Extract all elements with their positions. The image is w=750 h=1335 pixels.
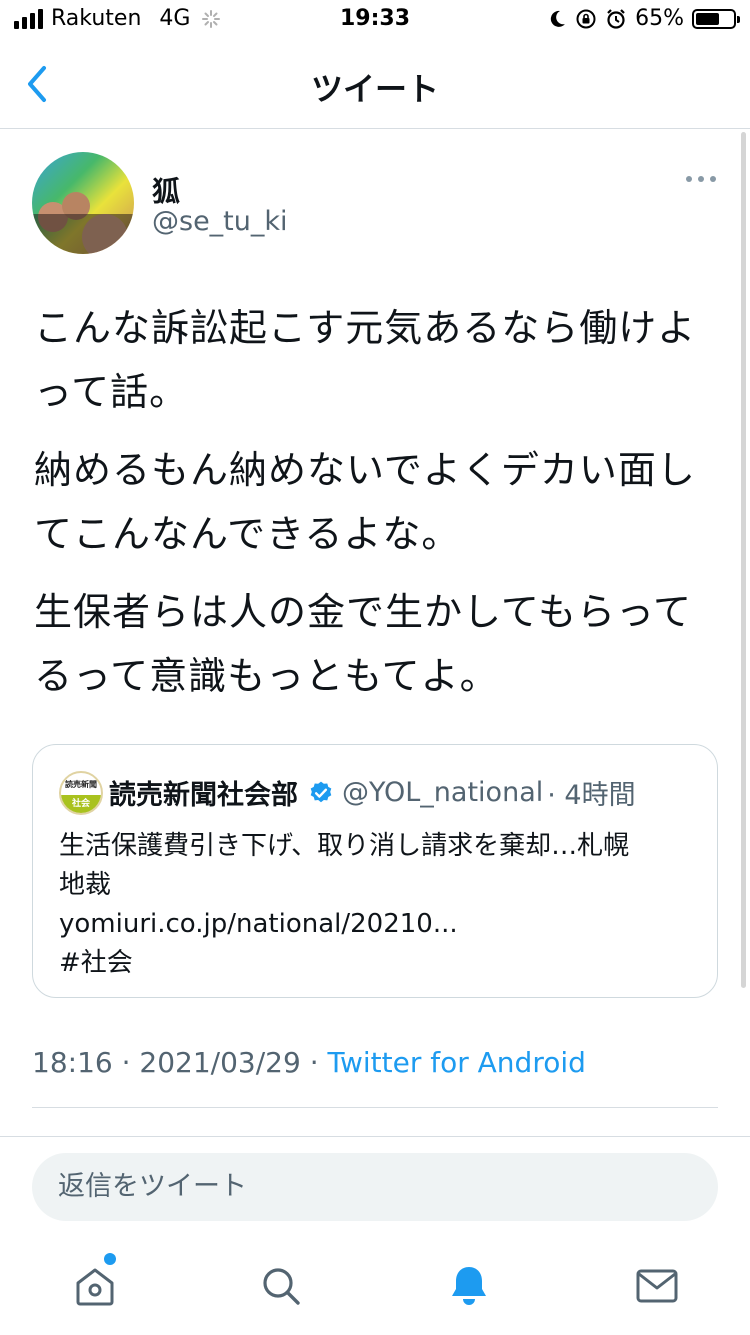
- quoted-author-name: 読売新聞社会部: [109, 780, 298, 811]
- notifications-icon: [452, 1267, 486, 1305]
- tweet-date: 2021/03/29: [139, 1046, 301, 1079]
- battery-percent: 65%: [635, 6, 684, 31]
- tweet-meta: 18:16 · 2021/03/29 · Twitter for Android: [32, 1046, 586, 1079]
- quoted-avatar-top-text: 読売新聞: [65, 780, 97, 789]
- quoted-text: 生活保護費引き下げ、取り消し請求を棄却…札幌 地裁 yomiuri.co.jp/…: [59, 827, 699, 983]
- tab-notifications[interactable]: [444, 1261, 494, 1311]
- meta-separator: ·: [300, 1046, 328, 1079]
- quoted-text-line: 生活保護費引き下げ、取り消し請求を棄却…札幌: [59, 831, 630, 861]
- search-icon: [263, 1268, 300, 1305]
- tweet-paragraph: こんな訴訟起こす元気あるなら働けよって話。: [34, 306, 697, 414]
- avatar[interactable]: [32, 152, 134, 254]
- new-content-dot: [104, 1253, 116, 1265]
- tab-messages[interactable]: [632, 1261, 682, 1311]
- tweet-paragraph: 生保者らは人の金で生かしてもらってるって意識もっともてよ。: [34, 590, 693, 698]
- page-title: ツイート: [310, 70, 439, 108]
- messages-icon: [636, 1269, 678, 1303]
- rotation-lock-icon: [576, 9, 596, 28]
- scrollbar[interactable]: [741, 132, 746, 988]
- quoted-tweet-card[interactable]: 読売新聞 社会 読売新聞社会部 @YOL_national · 4時間 生活保護…: [32, 744, 718, 998]
- tweet-paragraph: 納めるもん納めないでよくデカい面してこんなんできるよな。: [34, 448, 696, 556]
- tweet-time: 18:16: [32, 1046, 113, 1079]
- quoted-avatar-bottom-text: 社会: [61, 795, 101, 813]
- divider: [32, 1107, 718, 1108]
- tab-home[interactable]: [70, 1253, 120, 1311]
- quoted-hashtag: #社会: [59, 948, 133, 978]
- tweet-source-link[interactable]: Twitter for Android: [328, 1046, 586, 1079]
- alarm-icon: [607, 8, 625, 29]
- reply-input[interactable]: 返信をツイート: [32, 1153, 718, 1221]
- more-options-icon[interactable]: [686, 176, 716, 182]
- bottom-bar: 返信をツイート: [0, 1136, 750, 1335]
- quoted-author-handle: @YOL_national: [342, 777, 544, 808]
- verified-badge-icon: [310, 781, 332, 802]
- quoted-header: 読売新聞社会部 @YOL_national · 4時間: [109, 773, 636, 812]
- home-icon: [76, 1268, 114, 1306]
- quoted-link: yomiuri.co.jp/national/20210...: [59, 909, 458, 939]
- moon-icon: [550, 10, 566, 27]
- navigation-bar: ツイート: [0, 40, 750, 129]
- tab-search[interactable]: [256, 1261, 306, 1311]
- quoted-time: · 4時間: [547, 780, 636, 811]
- status-bar: Rakuten 4G 19:33 65%: [0, 0, 750, 40]
- quoted-avatar: 読売新聞 社会: [59, 771, 103, 815]
- author-handle[interactable]: @se_tu_ki: [152, 206, 288, 237]
- tweet-text: こんな訴訟起こす元気あるなら働けよって話。 納めるもん納めないでよくデカい面して…: [34, 296, 714, 722]
- battery-icon: [692, 8, 740, 29]
- quoted-text-line: 地裁: [59, 870, 112, 900]
- author-name[interactable]: 狐: [152, 170, 180, 210]
- meta-separator: ·: [112, 1046, 140, 1079]
